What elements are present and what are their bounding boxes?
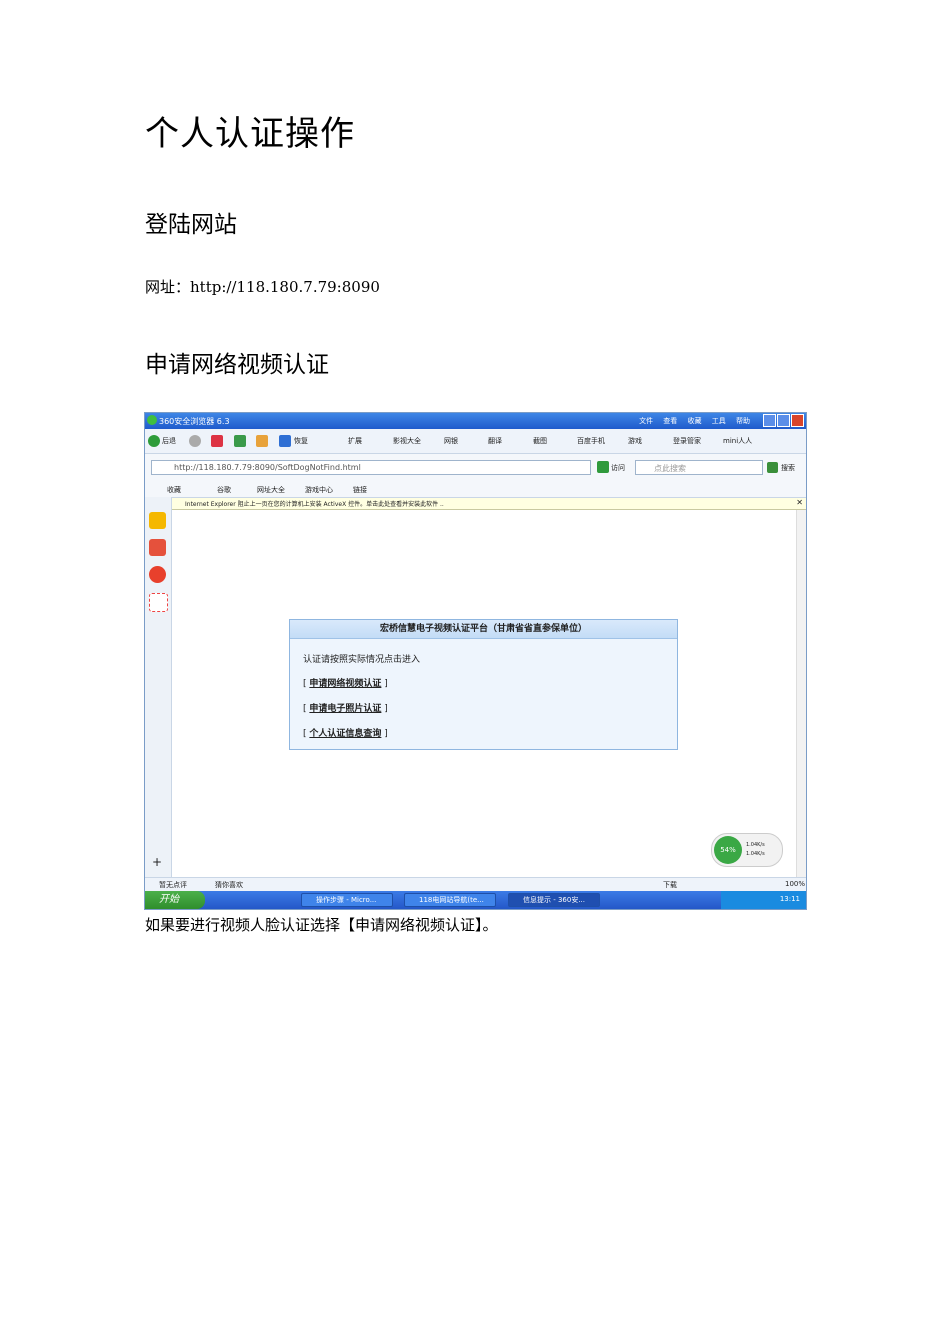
search-input[interactable]: 点此搜索	[635, 460, 763, 475]
login-manager-button[interactable]: 登录管家	[673, 436, 701, 446]
status-zoom[interactable]: 100%	[785, 880, 805, 888]
menu-file[interactable]: 文件	[639, 417, 653, 425]
fav-game-center[interactable]: 游戏中心	[305, 485, 333, 495]
link-photo-auth-label[interactable]: 申请电子照片认证	[309, 704, 381, 714]
screenshot-button[interactable]: 截图	[533, 436, 547, 446]
refresh-icon[interactable]	[234, 435, 246, 447]
menu-view[interactable]: 查看	[663, 417, 677, 425]
task-browser-info[interactable]: 信息提示 - 360安...	[508, 893, 600, 907]
minimize-button[interactable]	[763, 414, 776, 427]
browser-title: 360安全浏览器 6.3	[159, 417, 230, 426]
favorites-bar: 收藏 谷歌 网址大全 游戏中心 链接	[145, 482, 806, 498]
panel-intro: 认证请按照实际情况点击进入	[303, 655, 421, 665]
browser-screenshot: 360安全浏览器 6.3 文件 查看 收藏 工具 帮助 后退 恢复 扩展 影视大…	[144, 412, 807, 910]
link-video-auth[interactable]: [ 申请网络视频认证 ]	[303, 676, 388, 689]
browser-sidebar: +	[145, 497, 172, 877]
address-toolbar: http://118.180.7.79:8090/SoftDogNotFind.…	[145, 454, 806, 483]
page-title: 个人认证操作	[145, 114, 355, 154]
infobar-text: Internet Explorer 阻止上一页在您的计算机上安装 ActiveX…	[185, 501, 444, 508]
chat-icon[interactable]	[149, 593, 168, 612]
page-scrollbar[interactable]	[796, 510, 806, 877]
section-heading-video: 申请网络视频认证	[145, 352, 329, 378]
task-word[interactable]: 操作步骤 - Micro...	[301, 893, 393, 907]
translate-button[interactable]: 翻译	[488, 436, 502, 446]
search-button[interactable]: 搜索	[781, 463, 795, 473]
search-icon[interactable]	[767, 462, 778, 473]
status-bar: 暂无点评 猜你喜欢 下载 100%	[145, 877, 806, 891]
browser-titlebar: 360安全浏览器 6.3 文件 查看 收藏 工具 帮助	[145, 413, 806, 429]
browser-menubar: 文件 查看 收藏 工具 帮助	[631, 416, 750, 426]
games-button[interactable]: 游戏	[628, 436, 642, 446]
panel-title: 宏桥信慧电子视频认证平台（甘肃省省直参保单位）	[290, 620, 677, 639]
bank-button[interactable]: 网银	[444, 436, 458, 446]
fav-site-directory[interactable]: 网址大全	[257, 485, 285, 495]
star-icon[interactable]	[149, 512, 166, 529]
go-icon[interactable]	[597, 461, 609, 473]
system-tray: 13:11	[721, 891, 806, 909]
extensions-button[interactable]: 扩展	[348, 436, 362, 446]
download-speed: 1.04K/s	[746, 851, 765, 857]
back-icon[interactable]	[148, 435, 160, 447]
restore-button[interactable]: 恢复	[294, 436, 308, 446]
status-rating[interactable]: 暂无点评	[159, 880, 187, 890]
browser-logo-icon	[147, 415, 157, 425]
start-button[interactable]: 开始	[145, 891, 205, 909]
link-auth-query[interactable]: [ 个人认证信息查询 ]	[303, 726, 388, 739]
link-auth-query-label[interactable]: 个人认证信息查询	[309, 729, 381, 739]
home-icon[interactable]	[256, 435, 268, 447]
forward-icon[interactable]	[189, 435, 201, 447]
movies-button[interactable]: 影视大全	[393, 436, 421, 446]
address-url: http://118.180.7.79:8090/SoftDogNotFind.…	[174, 463, 361, 472]
add-icon[interactable]: +	[152, 855, 162, 869]
network-speed-widget[interactable]: 54% 1.04K/s 1.04K/s	[711, 833, 783, 867]
infobar-close-icon[interactable]: ✕	[796, 498, 803, 507]
status-download[interactable]: 下载	[663, 880, 677, 890]
search-placeholder: 点此搜索	[654, 464, 686, 473]
link-photo-auth[interactable]: [ 申请电子照片认证 ]	[303, 701, 388, 714]
upload-speed: 1.04K/s	[746, 842, 765, 848]
navigation-toolbar: 后退 恢复 扩展 影视大全 网银 翻译 截图 百度手机 游戏 登录管家 mini…	[145, 429, 806, 454]
stop-icon[interactable]	[211, 435, 223, 447]
windows-taskbar: 开始 操作步骤 - Micro... 118电网站导航(te... 信息提示 -…	[145, 891, 806, 909]
shopping-icon[interactable]	[149, 539, 166, 556]
mini-renren-button[interactable]: mini人人	[723, 436, 752, 446]
url-line: 网址：http://118.180.7.79:8090	[145, 278, 380, 296]
status-recommend[interactable]: 猜你喜欢	[215, 880, 243, 890]
address-bar[interactable]: http://118.180.7.79:8090/SoftDogNotFind.…	[151, 460, 591, 475]
baidu-phone-button[interactable]: 百度手机	[577, 436, 605, 446]
menu-tools[interactable]: 工具	[712, 417, 726, 425]
restore-icon[interactable]	[279, 435, 291, 447]
task-browser-nav[interactable]: 118电网站导航(te...	[404, 893, 496, 907]
activex-infobar[interactable]: Internet Explorer 阻止上一页在您的计算机上安装 ActiveX…	[171, 498, 806, 510]
auth-platform-panel: 宏桥信慧电子视频认证平台（甘肃省省直参保单位） 认证请按照实际情况点击进入 [ …	[289, 619, 678, 750]
fav-collect[interactable]: 收藏	[167, 485, 181, 495]
close-button[interactable]	[791, 414, 804, 427]
maximize-button[interactable]	[777, 414, 790, 427]
menu-favorites[interactable]: 收藏	[688, 417, 702, 425]
caption: 如果要进行视频人脸认证选择【申请网络视频认证】。	[145, 916, 498, 934]
link-video-auth-label[interactable]: 申请网络视频认证	[309, 679, 381, 689]
weibo-icon[interactable]	[149, 566, 166, 583]
back-button[interactable]: 后退	[162, 436, 176, 446]
fav-links[interactable]: 链接	[353, 485, 367, 495]
go-button[interactable]: 访问	[611, 463, 625, 473]
menu-help[interactable]: 帮助	[736, 417, 750, 425]
speed-percent: 54%	[714, 836, 742, 864]
section-heading-login: 登陆网站	[145, 212, 237, 238]
fav-google[interactable]: 谷歌	[217, 485, 231, 495]
clock: 13:11	[779, 895, 800, 903]
